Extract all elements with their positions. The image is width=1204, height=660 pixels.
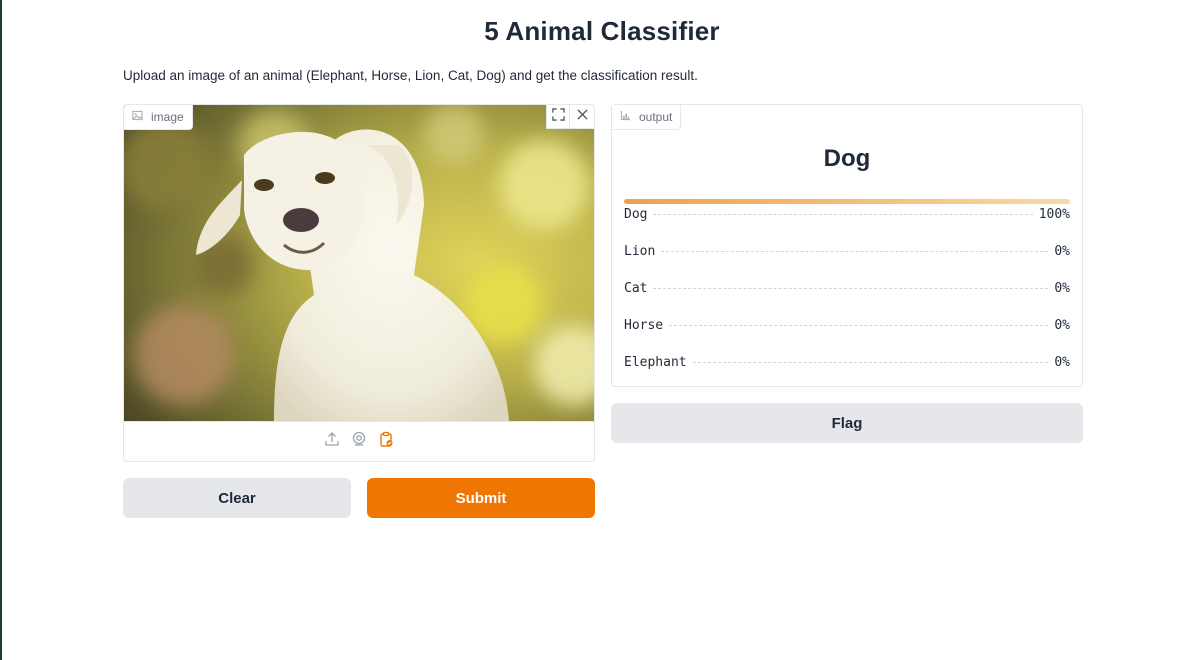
- clear-button[interactable]: Clear: [123, 478, 351, 518]
- confidence-row[interactable]: Dog 100%: [624, 207, 1070, 244]
- clipboard-icon[interactable]: [378, 431, 394, 452]
- fullscreen-button[interactable]: [546, 105, 570, 129]
- page-description: Upload an image of an animal (Elephant, …: [123, 68, 698, 83]
- class-name: Cat: [624, 281, 648, 296]
- uploaded-image: [124, 105, 594, 421]
- confidence-row[interactable]: Lion 0%: [624, 244, 1070, 281]
- output-panel: output Dog Dog 100% Lion 0% Cat 0% Horse…: [611, 104, 1083, 387]
- image-label: image: [151, 110, 184, 124]
- confidence-row[interactable]: Cat 0%: [624, 281, 1070, 318]
- image-toolbar: [546, 105, 594, 129]
- class-confidence: 0%: [1054, 281, 1070, 296]
- webcam-icon[interactable]: [351, 431, 367, 452]
- image-label-tag: image: [124, 105, 193, 130]
- submit-button[interactable]: Submit: [367, 478, 595, 518]
- bar-chart-icon: [620, 110, 631, 124]
- row-leader: [661, 251, 1049, 252]
- class-confidence: 100%: [1038, 207, 1070, 222]
- clear-image-button[interactable]: [570, 105, 594, 129]
- class-confidence: 0%: [1054, 244, 1070, 259]
- image-icon: [132, 110, 143, 124]
- class-confidence: 0%: [1054, 318, 1070, 333]
- close-icon: [576, 108, 589, 126]
- upload-icon[interactable]: [324, 431, 340, 452]
- page-title: 5 Animal Classifier: [484, 16, 720, 46]
- image-source-bar: [124, 421, 594, 461]
- confidence-bar: [624, 199, 1070, 204]
- class-confidence: 0%: [1054, 355, 1070, 370]
- confidence-row[interactable]: Horse 0%: [624, 318, 1070, 355]
- class-name: Elephant: [624, 355, 687, 370]
- flag-button[interactable]: Flag: [611, 403, 1083, 443]
- output-label-tag: output: [612, 105, 682, 130]
- class-name: Lion: [624, 244, 656, 259]
- predicted-label: Dog: [823, 145, 871, 172]
- output-label: output: [639, 110, 673, 124]
- fullscreen-icon: [551, 107, 565, 126]
- image-input-panel[interactable]: image: [123, 104, 595, 462]
- window-edge: [0, 0, 2, 660]
- class-name: Dog: [624, 207, 648, 222]
- row-leader: [669, 325, 1049, 326]
- row-leader: [653, 288, 1049, 289]
- class-name: Horse: [624, 318, 664, 333]
- row-leader: [653, 214, 1033, 215]
- confidence-list: Dog 100% Lion 0% Cat 0% Horse 0% Elephan…: [624, 207, 1070, 392]
- confidence-row[interactable]: Elephant 0%: [624, 355, 1070, 392]
- row-leader: [692, 362, 1049, 363]
